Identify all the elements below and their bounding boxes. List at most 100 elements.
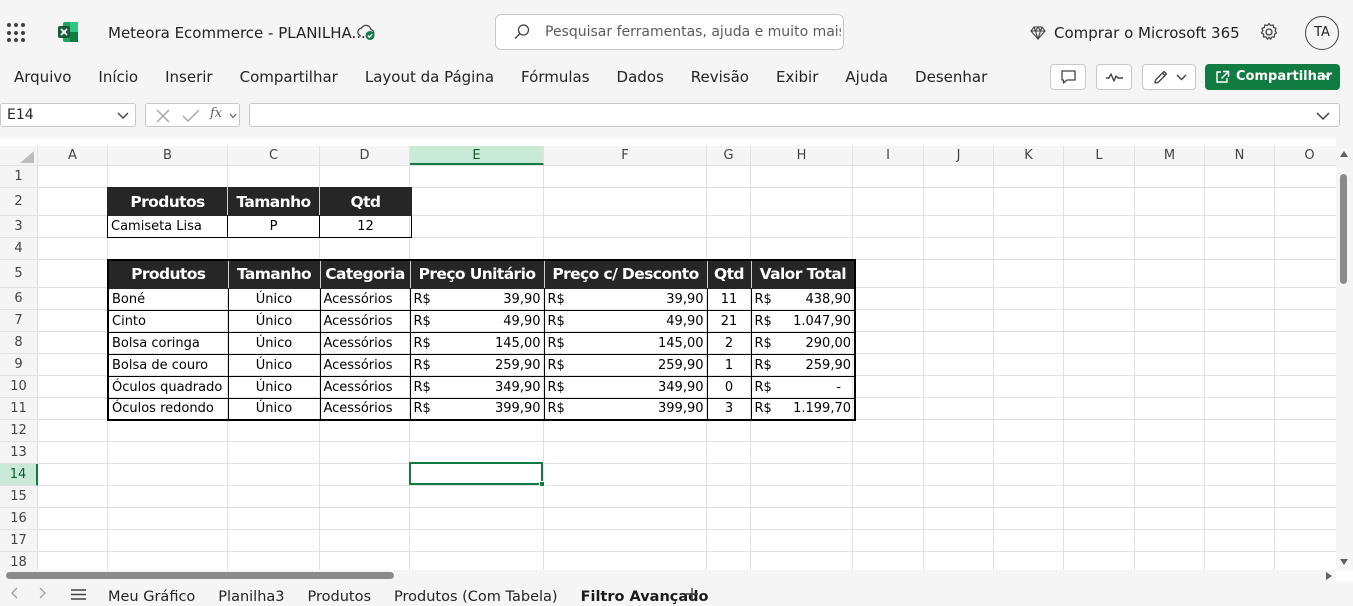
cell-produto[interactable]: Óculos quadrado — [107, 375, 229, 399]
column-header-f[interactable]: F — [544, 146, 707, 165]
column-header-j[interactable]: J — [924, 146, 994, 165]
tab-compartilhar[interactable]: Compartilhar — [240, 68, 338, 86]
cancel-icon[interactable] — [155, 108, 171, 124]
chevron-down-icon[interactable] — [229, 113, 237, 119]
cloud-saved-icon[interactable] — [356, 23, 376, 41]
all-sheets-icon[interactable] — [71, 589, 86, 600]
row-header-13[interactable]: 13 — [0, 442, 37, 464]
cell-tamanho[interactable]: Único — [227, 353, 321, 377]
expand-formula-icon[interactable] — [1316, 112, 1330, 121]
header-preco-desconto[interactable]: Preço c/ Desconto — [543, 259, 708, 289]
criteria-header-qtd[interactable]: Qtd — [319, 187, 412, 216]
column-header-h[interactable]: H — [751, 146, 853, 165]
cell-tamanho[interactable]: Único — [227, 331, 321, 355]
cell-preco-unitario[interactable]: R$ 349,90 — [409, 375, 545, 399]
column-header-b[interactable]: B — [108, 146, 228, 165]
criteria-cell-qtd[interactable]: 12 — [319, 215, 412, 238]
row-header-10[interactable]: 10 — [0, 376, 37, 398]
share-button[interactable]: Compartilhar — [1205, 64, 1340, 90]
insert-function-icon[interactable]: fx — [210, 106, 222, 121]
column-header-g[interactable]: G — [707, 146, 751, 165]
cell-valor-total[interactable]: R$ 1.047,90 — [750, 309, 856, 333]
row-header-18[interactable]: 18 — [0, 552, 37, 570]
cell-preco-desconto[interactable]: R$ 39,90 — [543, 287, 708, 311]
column-header-o[interactable]: O — [1275, 146, 1336, 165]
app-launcher-icon[interactable] — [7, 23, 27, 43]
select-all-button[interactable] — [0, 146, 38, 166]
fill-handle[interactable] — [539, 481, 545, 487]
cell-preco-unitario[interactable]: R$ 399,90 — [409, 397, 545, 421]
vertical-scroll-thumb[interactable] — [1340, 174, 1347, 284]
sheet-tab-meu-grafico[interactable]: Meu Gráfico — [108, 589, 195, 605]
column-header-l[interactable]: L — [1064, 146, 1135, 165]
tab-inserir[interactable]: Inserir — [165, 68, 212, 86]
criteria-cell-tamanho[interactable]: P — [227, 215, 320, 238]
header-produtos[interactable]: Produtos — [107, 259, 229, 289]
scroll-down-icon[interactable] — [1339, 558, 1349, 566]
cell-preco-desconto[interactable]: R$ 259,90 — [543, 353, 708, 377]
criteria-table[interactable]: Produtos Tamanho Qtd Camiseta Lisa P 12 — [107, 187, 412, 238]
header-preco-unitario[interactable]: Preço Unitário — [409, 259, 545, 289]
cell-tamanho[interactable]: Único — [227, 397, 321, 421]
cell-qtd[interactable]: 3 — [706, 397, 752, 421]
cell-valor-total[interactable]: R$ 290,00 — [750, 331, 856, 355]
cell-produto[interactable]: Bolsa de couro — [107, 353, 229, 377]
cell-produto[interactable]: Bolsa coringa — [107, 331, 229, 355]
row-header-6[interactable]: 6 — [0, 288, 37, 310]
cell-produto[interactable]: Óculos redondo — [107, 397, 229, 421]
cell-preco-desconto[interactable]: R$ 145,00 — [543, 331, 708, 355]
add-sheet-icon[interactable] — [685, 587, 699, 601]
vertical-scrollbar[interactable] — [1336, 138, 1353, 570]
sheet-tab-produtos[interactable]: Produtos — [308, 589, 372, 605]
buy-microsoft-365-link[interactable]: Comprar o Microsoft 365 — [1030, 24, 1240, 42]
tab-formulas[interactable]: Fórmulas — [521, 68, 589, 86]
tab-layout-da-pagina[interactable]: Layout da Página — [365, 68, 494, 86]
column-header-d[interactable]: D — [320, 146, 410, 165]
column-header-k[interactable]: K — [994, 146, 1064, 165]
cell-qtd[interactable]: 2 — [706, 331, 752, 355]
header-categoria[interactable]: Categoria — [319, 259, 411, 289]
cell-categoria[interactable]: Acessórios — [319, 331, 411, 355]
next-sheet-icon[interactable] — [39, 587, 47, 599]
cell-preco-unitario[interactable]: R$ 259,90 — [409, 353, 545, 377]
search-box[interactable] — [495, 14, 844, 50]
column-header-c[interactable]: C — [228, 146, 320, 165]
row-header-7[interactable]: 7 — [0, 310, 37, 332]
cell-qtd[interactable]: 11 — [706, 287, 752, 311]
horizontal-scrollbar[interactable] — [0, 570, 1336, 582]
column-header-n[interactable]: N — [1205, 146, 1275, 165]
row-header-1[interactable]: 1 — [0, 166, 37, 188]
criteria-cell-produto[interactable]: Camiseta Lisa — [107, 215, 228, 238]
cell-valor-total[interactable]: R$ - — [750, 375, 856, 399]
document-title[interactable]: Meteora Ecommerce - PLANILHA... — [108, 24, 366, 42]
comments-button[interactable] — [1050, 64, 1086, 90]
cell-produto[interactable]: Cinto — [107, 309, 229, 333]
row-header-5[interactable]: 5 — [0, 260, 37, 288]
gear-icon[interactable] — [1259, 22, 1279, 42]
previous-sheet-icon[interactable] — [10, 587, 18, 599]
cell-preco-desconto[interactable]: R$ 399,90 — [543, 397, 708, 421]
row-header-14[interactable]: 14 — [0, 464, 38, 486]
active-cell-e14[interactable] — [409, 462, 545, 487]
criteria-header-produtos[interactable]: Produtos — [107, 187, 228, 216]
row-header-3[interactable]: 3 — [0, 216, 37, 238]
search-input[interactable] — [545, 15, 841, 49]
column-header-e[interactable]: E — [410, 146, 544, 165]
row-header-12[interactable]: 12 — [0, 420, 37, 442]
row-header-11[interactable]: 11 — [0, 398, 37, 420]
criteria-header-tamanho[interactable]: Tamanho — [227, 187, 320, 216]
horizontal-scroll-thumb[interactable] — [6, 572, 394, 579]
scroll-up-icon[interactable] — [1339, 150, 1349, 158]
row-header-15[interactable]: 15 — [0, 486, 37, 508]
tab-ajuda[interactable]: Ajuda — [845, 68, 888, 86]
header-valor-total[interactable]: Valor Total — [750, 259, 856, 289]
cell-valor-total[interactable]: R$ 259,90 — [750, 353, 856, 377]
products-table[interactable]: Produtos Tamanho Categoria Preço Unitári… — [107, 259, 856, 421]
cell-valor-total[interactable]: R$ 1.199,70 — [750, 397, 856, 421]
cell-area[interactable]: Produtos Tamanho Qtd Camiseta Lisa P 12 … — [38, 166, 1336, 570]
column-header-i[interactable]: I — [853, 146, 924, 165]
header-tamanho[interactable]: Tamanho — [227, 259, 321, 289]
cell-qtd[interactable]: 21 — [706, 309, 752, 333]
spreadsheet-grid[interactable]: A B C D E F G H I J K L M N O 1 2 3 4 5 … — [0, 138, 1336, 570]
row-header-8[interactable]: 8 — [0, 332, 37, 354]
